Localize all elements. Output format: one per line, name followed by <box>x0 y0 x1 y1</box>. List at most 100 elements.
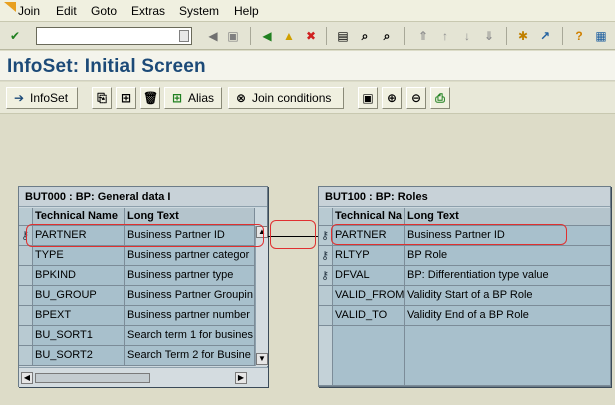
table-row-long[interactable]: Search Term 2 for Busine <box>125 346 255 366</box>
title-bar: InfoSet: Initial Screen <box>0 51 615 81</box>
row-marker-header <box>319 208 333 226</box>
row-marker <box>19 326 33 346</box>
scroll-down-icon[interactable]: ▼ <box>256 353 268 365</box>
scroll-thumb[interactable] <box>35 373 150 383</box>
menu-bar: Join Edit Goto Extras System Help <box>0 0 615 22</box>
scroll-right-icon[interactable]: ▶ <box>235 372 247 384</box>
back-green-icon[interactable]: ◀ <box>258 27 276 45</box>
table-row-tech[interactable]: BU_GROUP <box>33 286 125 306</box>
table-row-long[interactable]: BP Role <box>405 246 611 266</box>
table-row-long[interactable]: Validity End of a BP Role <box>405 306 611 326</box>
insert-table-icon: ⎘ <box>97 90 107 105</box>
menu-goto[interactable]: Goto <box>91 4 117 18</box>
empty-cell <box>333 326 405 386</box>
row-marker <box>19 286 33 306</box>
table-row-long[interactable]: Validity Start of a BP Role <box>405 286 611 306</box>
vertical-scrollbar[interactable]: ▲ ▼ <box>255 226 268 366</box>
table-but100-title: BUT100 : BP: Roles <box>319 187 610 207</box>
table-row-tech[interactable]: TYPE <box>33 246 125 266</box>
row-marker <box>319 306 333 326</box>
next-page-icon[interactable]: ↓ <box>458 27 476 45</box>
insert-table-button[interactable]: ⎘ <box>92 87 112 109</box>
key-icon: ⚷ <box>321 270 330 282</box>
highlight-join-line <box>270 220 316 249</box>
menu-extras[interactable]: Extras <box>131 4 165 18</box>
toolbar-separator <box>326 27 327 45</box>
table-but000-title: BUT000 : BP: General data I <box>19 187 267 207</box>
empty-cell <box>405 326 611 386</box>
infoset-button[interactable]: ➔ InfoSet <box>6 87 78 109</box>
table-row-long[interactable]: Business Partner Groupin <box>125 286 255 306</box>
table-row-tech[interactable]: BU_SORT1 <box>33 326 125 346</box>
join-graphic-area: BUT000 : BP: General data I Technical Na… <box>0 115 615 405</box>
highlight-left-partner <box>26 224 264 247</box>
zoom-in-icon: ⊕ <box>386 91 398 105</box>
create-session-icon[interactable]: ✱ <box>514 27 532 45</box>
alias-button[interactable]: ⊞ Alias <box>164 87 222 109</box>
join-conditions-button[interactable]: ⊗ Join conditions <box>228 87 344 109</box>
menu-join[interactable]: Join <box>18 4 40 18</box>
table-but100[interactable]: BUT100 : BP: Roles Technical Na Long Tex… <box>318 186 611 387</box>
alias-icon: ⊞ <box>171 91 183 105</box>
table-row-tech[interactable]: BPKIND <box>33 266 125 286</box>
table-row-long[interactable]: BP: Differentiation type value <box>405 266 611 286</box>
back-icon[interactable]: ◀ <box>204 27 222 45</box>
scroll-left-icon[interactable]: ◀ <box>21 372 33 384</box>
toolbar-separator <box>250 27 251 45</box>
zoom-out-icon: ⊖ <box>410 91 422 105</box>
print-graphic-button[interactable]: ⎙ <box>430 87 450 109</box>
row-marker <box>19 346 33 366</box>
prev-page-icon[interactable]: ↑ <box>436 27 454 45</box>
table-row-tech[interactable]: DFVAL <box>333 266 405 286</box>
table-row-long[interactable]: Business partner type <box>125 266 255 286</box>
help-icon[interactable]: ? <box>570 27 588 45</box>
row-marker <box>319 286 333 306</box>
table-layout-icon: ⊞ <box>120 91 132 105</box>
table-row-long[interactable]: Search term 1 for busines <box>125 326 255 346</box>
row-marker <box>19 266 33 286</box>
delete-table-button[interactable]: 🗑 <box>140 87 160 109</box>
shortcut-icon[interactable]: ↗ <box>536 27 554 45</box>
table-row-tech[interactable]: RLTYP <box>333 246 405 266</box>
table-layout-button[interactable]: ⊞ <box>116 87 136 109</box>
find-icon[interactable]: ⌕ <box>356 27 374 45</box>
history-icon[interactable] <box>179 30 189 42</box>
exit-icon[interactable]: ▲ <box>280 27 298 45</box>
table-row-tech[interactable]: BPEXT <box>33 306 125 326</box>
menu-system[interactable]: System <box>179 4 219 18</box>
join-conditions-icon: ⊗ <box>235 91 247 105</box>
cancel-icon[interactable]: ✖ <box>302 27 320 45</box>
application-toolbar: ➔ InfoSet ⎘ ⊞ 🗑 ⊞ Alias ⊗ Join condition… <box>0 82 615 114</box>
print-graphic-icon: ⎙ <box>435 90 445 105</box>
menu-edit[interactable]: Edit <box>56 4 77 18</box>
save-icon[interactable]: ▣ <box>224 27 242 45</box>
infoset-button-label: InfoSet <box>30 91 69 105</box>
last-page-icon[interactable]: ⇓ <box>480 27 498 45</box>
key-icon: ⚷ <box>321 250 330 262</box>
enter-icon[interactable]: ✔ <box>6 27 24 45</box>
zoom-in-button[interactable]: ⊕ <box>382 87 402 109</box>
first-page-icon[interactable]: ⇑ <box>414 27 432 45</box>
print-icon[interactable]: ▤ <box>334 27 352 45</box>
table-row-long[interactable]: Business partner categor <box>125 246 255 266</box>
table-row-long[interactable]: Business partner number <box>125 306 255 326</box>
toolbar-separator <box>404 27 405 45</box>
alias-button-label: Alias <box>188 91 215 105</box>
menu-help[interactable]: Help <box>234 4 259 18</box>
table-row-tech[interactable]: VALID_FROM <box>333 286 405 306</box>
horizontal-scrollbar[interactable]: ◀ ▶ <box>19 367 268 387</box>
customize-icon[interactable]: ▦ <box>592 27 610 45</box>
zoom-out-button[interactable]: ⊖ <box>406 87 426 109</box>
row-marker <box>19 246 33 266</box>
table-but000[interactable]: BUT000 : BP: General data I Technical Na… <box>18 186 268 387</box>
command-field[interactable] <box>36 27 192 45</box>
highlight-right-partner <box>331 224 567 245</box>
table-row-tech[interactable]: BU_SORT2 <box>33 346 125 366</box>
overview-button[interactable]: ▣ <box>358 87 378 109</box>
find-next-icon[interactable]: ⌕ <box>378 27 396 45</box>
sap-corner-icon <box>4 2 16 12</box>
command-input[interactable] <box>37 28 175 44</box>
table-row-tech[interactable]: VALID_TO <box>333 306 405 326</box>
trash-icon: 🗑 <box>143 91 159 105</box>
join-conditions-button-label: Join conditions <box>252 91 332 105</box>
